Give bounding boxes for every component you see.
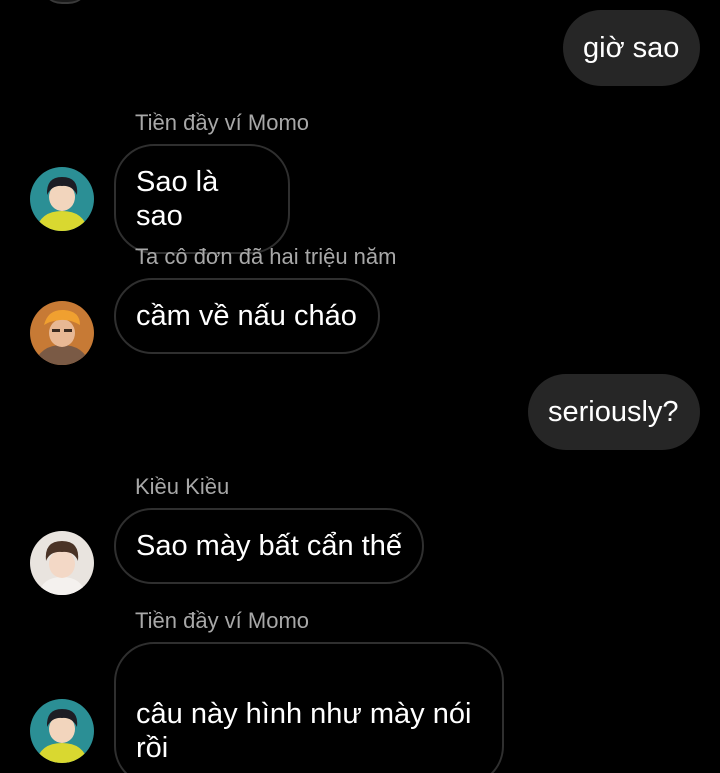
message-text: cầm về nấu cháo (136, 300, 357, 332)
avatar[interactable] (30, 531, 94, 595)
avatar-green-jacket-icon (30, 699, 94, 763)
avatar-green-jacket-icon (30, 167, 94, 231)
sender-name: Tiền đầy ví Momo (135, 608, 310, 633)
incoming-message-bubble[interactable]: Sao là sao (114, 144, 290, 254)
outgoing-message-bubble[interactable]: giờ sao (563, 10, 700, 86)
avatar-orange-cap-icon (30, 301, 94, 365)
message-text: Sao mày bất cẩn thế (136, 530, 402, 562)
sender-name: Kiều Kiều (135, 474, 230, 499)
outgoing-message-bubble[interactable]: seriously? (528, 374, 700, 450)
message-text: Sao là sao (136, 166, 219, 232)
sender-name: Ta cô đơn đã hai triệu năm (135, 244, 397, 269)
avatar[interactable] (30, 167, 94, 231)
avatar[interactable] (30, 301, 94, 365)
avatar[interactable] (40, 0, 90, 4)
avatar-light-icon (30, 531, 94, 595)
sender-name: Tiền đầy ví Momo (135, 110, 310, 135)
message-text: seriously? (548, 396, 679, 428)
avatar[interactable] (30, 699, 94, 763)
message-text: giờ sao (583, 32, 680, 64)
message-text: câu này hình như mày nói rồi (136, 698, 472, 764)
incoming-message-bubble[interactable]: câu này hình như mày nói rồi (114, 642, 504, 773)
incoming-message-bubble[interactable]: cầm về nấu cháo (114, 278, 380, 354)
chat-thread: giờ sao Tiền đầy ví Momo Sao là sao Ta c… (0, 0, 720, 773)
incoming-message-bubble[interactable]: Sao mày bất cẩn thế (114, 508, 424, 584)
